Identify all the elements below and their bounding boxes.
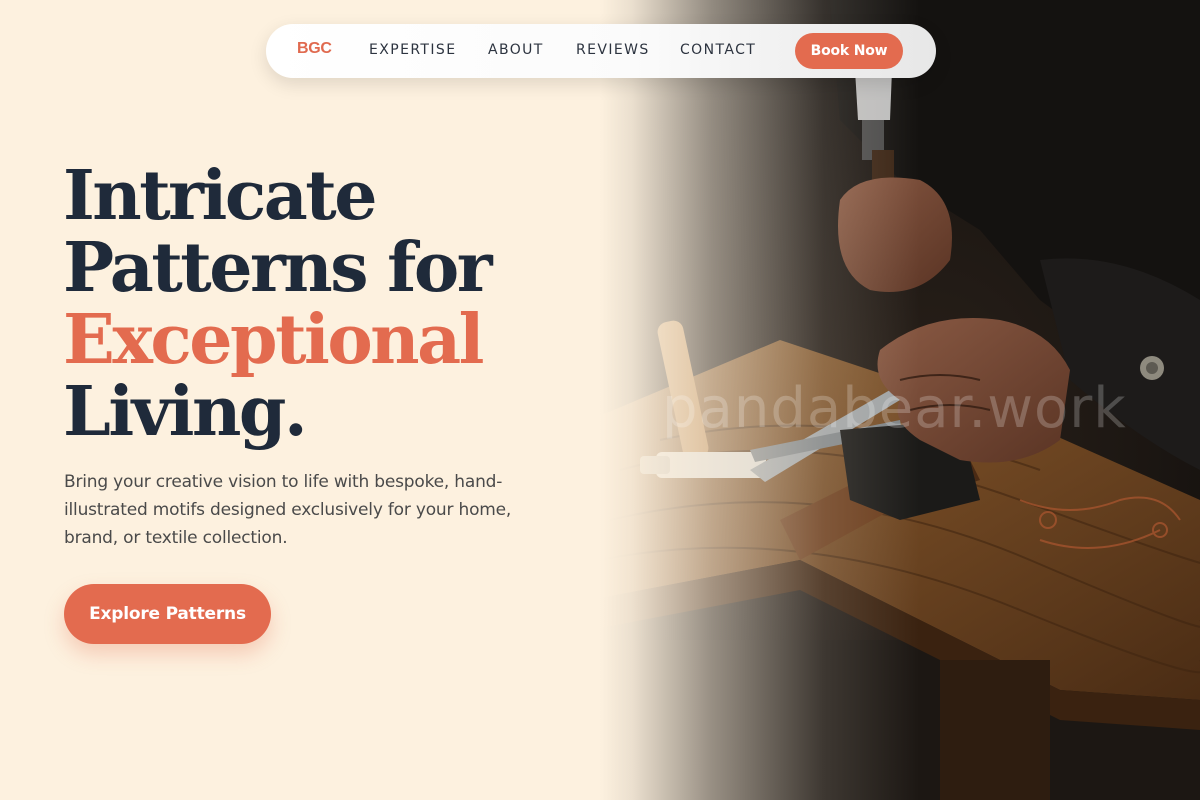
book-now-button[interactable]: Book Now [795, 33, 903, 69]
nav-link-about[interactable]: ABOUT [488, 42, 544, 58]
nav-link-expertise[interactable]: EXPERTISE [369, 42, 456, 58]
hero-title-line-1: Intricate [63, 156, 377, 236]
explore-patterns-button[interactable]: Explore Patterns [64, 584, 271, 644]
hero-title-line-2: Patterns for [63, 228, 493, 308]
logo[interactable]: BGC [297, 40, 332, 58]
hero-image [600, 0, 1200, 800]
hero-title-accent: Exceptional [63, 300, 485, 380]
hero-image-fade [600, 0, 920, 800]
top-nav: BGC EXPERTISE ABOUT REVIEWS CONTACT Book… [266, 24, 936, 78]
nav-link-reviews[interactable]: REVIEWS [576, 42, 650, 58]
hero-title: Intricate Patterns for Exceptional Livin… [63, 160, 583, 448]
hero-subtitle: Bring your creative vision to life with … [64, 472, 512, 548]
nav-link-contact[interactable]: CONTACT [680, 42, 756, 58]
hero-title-line-4: Living. [63, 372, 308, 452]
